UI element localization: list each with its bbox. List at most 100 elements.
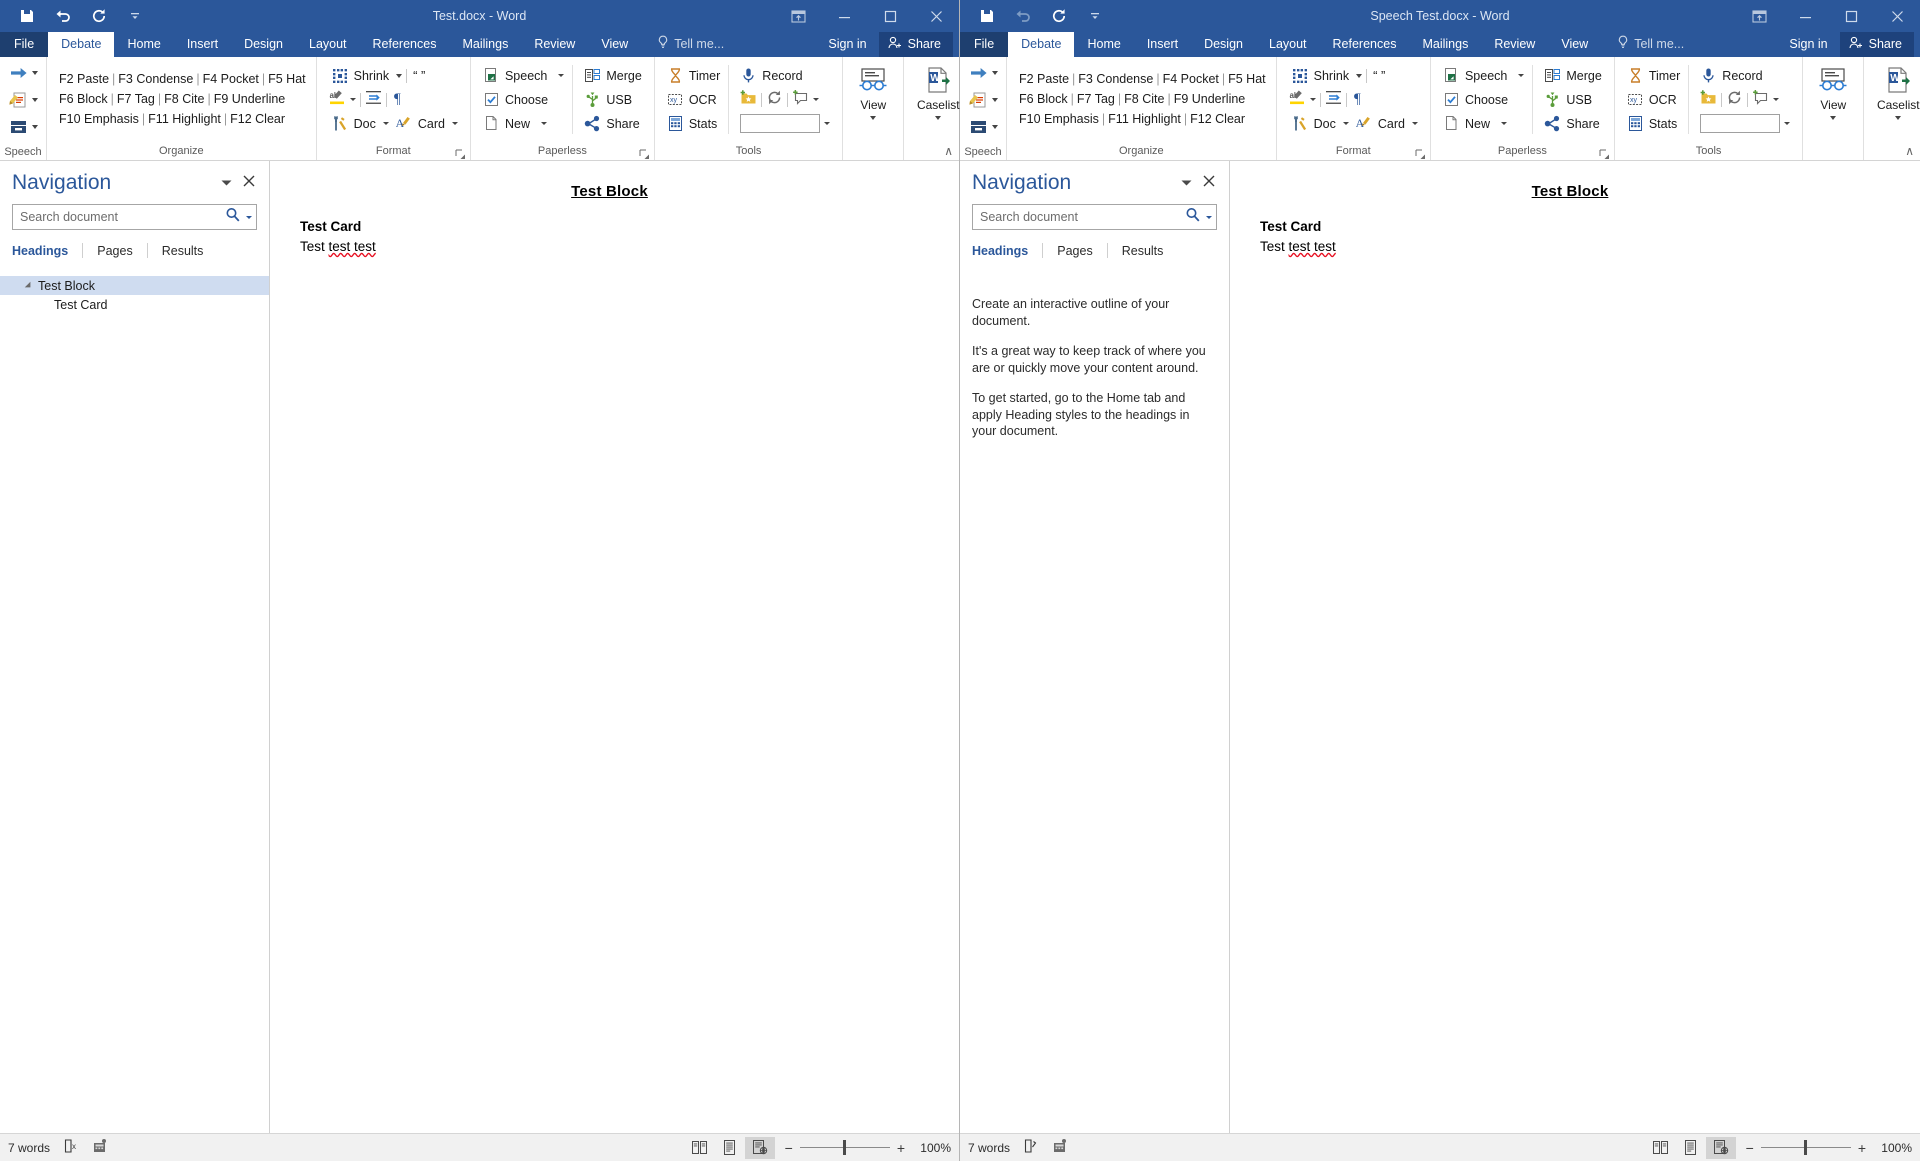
share-command[interactable]: Share: [581, 113, 644, 134]
web-layout-icon[interactable]: [744, 1136, 775, 1159]
undo-icon[interactable]: [1012, 5, 1034, 27]
tab-review[interactable]: Review: [1481, 32, 1548, 57]
zoom-slider[interactable]: − +: [785, 1140, 905, 1155]
record-command[interactable]: Record: [737, 65, 833, 86]
sign-in-button[interactable]: Sign in: [1779, 33, 1837, 56]
chevron-down-icon[interactable]: [992, 98, 998, 102]
tab-design[interactable]: Design: [231, 32, 296, 57]
fkey-f8-cite[interactable]: F8 Cite: [164, 92, 204, 106]
tab-home[interactable]: Home: [114, 32, 173, 57]
fkey-f7-tag[interactable]: F7 Tag: [117, 92, 155, 106]
tab-references[interactable]: References: [1320, 32, 1410, 57]
maximize-icon[interactable]: [867, 0, 913, 32]
search-input[interactable]: [980, 210, 1185, 224]
add-to-caselist-icon[interactable]: [740, 89, 757, 111]
choose-command[interactable]: Choose: [1440, 89, 1527, 110]
fkey-f3-condense[interactable]: F3 Condense: [1078, 72, 1153, 86]
tab-layout[interactable]: Layout: [1256, 32, 1320, 57]
fkey-f5-hat[interactable]: F5 Hat: [268, 72, 306, 86]
proofing-errors-icon[interactable]: x: [63, 1138, 79, 1157]
tab-insert[interactable]: Insert: [1134, 32, 1191, 57]
fkey-f2-paste[interactable]: F2 Paste: [59, 72, 109, 86]
goto-split-button[interactable]: [6, 60, 40, 86]
zoom-thumb[interactable]: [842, 1140, 846, 1155]
document-area[interactable]: Test Block Test Card Test test test: [270, 161, 959, 1133]
search-icon[interactable]: [225, 207, 241, 228]
highlight-icon[interactable]: ab: [1289, 89, 1306, 111]
chevron-down-icon[interactable]: [451, 122, 458, 125]
tab-debate[interactable]: Debate: [1008, 32, 1075, 57]
card-split-button[interactable]: A Card: [1353, 113, 1408, 134]
tab-debate[interactable]: Debate: [48, 32, 115, 57]
tools-combo-input[interactable]: [1700, 114, 1781, 133]
merge-command[interactable]: Merge: [581, 65, 644, 86]
tab-view[interactable]: View: [1548, 32, 1601, 57]
chevron-down-icon[interactable]: [935, 116, 942, 120]
navtab-pages[interactable]: Pages: [83, 244, 146, 258]
proofing-ok-icon[interactable]: [1023, 1138, 1039, 1157]
doc-split-button[interactable]: Doc: [1289, 113, 1339, 134]
print-layout-icon[interactable]: [715, 1137, 745, 1159]
share-command[interactable]: Share: [1541, 113, 1604, 134]
fkey-f4-pocket[interactable]: F4 Pocket: [1163, 72, 1219, 86]
doc-split-button[interactable]: Doc: [329, 113, 379, 134]
chevron-down-icon[interactable]: [1500, 122, 1507, 125]
macro-recording-icon[interactable]: [1052, 1138, 1068, 1157]
shrink-button[interactable]: Shrink: [1289, 65, 1352, 86]
navtab-headings[interactable]: Headings: [972, 244, 1042, 258]
archive-split-button[interactable]: [966, 114, 1000, 140]
fkey-f8-cite[interactable]: F8 Cite: [1124, 92, 1164, 106]
word-count-label[interactable]: 7 words: [8, 1141, 50, 1155]
customize-qat-icon[interactable]: [1084, 5, 1106, 27]
zoom-out-button[interactable]: −: [1746, 1141, 1754, 1155]
chevron-down-icon[interactable]: [32, 98, 38, 102]
paste-card-split-button[interactable]: [6, 87, 40, 113]
paperless-dialog-launcher-icon[interactable]: [1599, 148, 1610, 159]
chevron-down-icon[interactable]: [1356, 73, 1363, 78]
redo-icon[interactable]: [88, 5, 110, 27]
close-icon[interactable]: [913, 0, 959, 32]
chevron-down-icon[interactable]: [558, 74, 565, 77]
document-area[interactable]: Test Block Test Card Test test test: [1230, 161, 1920, 1133]
fkey-f2-paste[interactable]: F2 Paste: [1019, 72, 1069, 86]
tell-me-box[interactable]: Tell me...: [641, 31, 734, 57]
fkey-f6-block[interactable]: F6 Block: [1019, 92, 1068, 106]
timer-command[interactable]: Timer: [1624, 65, 1683, 86]
search-input[interactable]: [20, 210, 225, 224]
refresh-icon[interactable]: [1726, 89, 1743, 111]
collapse-ribbon-button[interactable]: ∧: [1905, 144, 1914, 158]
view-button[interactable]: View: [1807, 59, 1859, 141]
fkey-f12-clear[interactable]: F12 Clear: [1190, 112, 1245, 126]
ocr-command[interactable]: xy OCR: [1624, 89, 1683, 110]
undo-icon[interactable]: [52, 5, 74, 27]
navtab-pages[interactable]: Pages: [1043, 244, 1106, 258]
fkey-f11-highlight[interactable]: F11 Highlight: [1108, 112, 1181, 126]
quote-button[interactable]: “ ”: [1371, 65, 1387, 86]
new-command[interactable]: New: [480, 113, 567, 134]
zoom-track[interactable]: [799, 1140, 890, 1155]
chevron-down-icon[interactable]: [1309, 98, 1316, 101]
caselist-button[interactable]: W Caselist: [1868, 59, 1920, 141]
zoom-in-button[interactable]: +: [1858, 1141, 1866, 1155]
collapse-triangle-icon[interactable]: [22, 281, 36, 290]
zoom-level-label[interactable]: 100%: [1878, 1141, 1912, 1155]
chevron-down-icon[interactable]: [1773, 98, 1780, 101]
tab-home[interactable]: Home: [1074, 32, 1133, 57]
new-comment-icon[interactable]: [792, 89, 809, 111]
ribbon-display-options-icon[interactable]: [1736, 0, 1782, 32]
refresh-icon[interactable]: [766, 89, 783, 111]
highlight-icon[interactable]: ab: [329, 89, 346, 111]
fkey-f12-clear[interactable]: F12 Clear: [230, 112, 285, 126]
maximize-icon[interactable]: [1828, 0, 1874, 32]
format-dialog-launcher-icon[interactable]: [1415, 148, 1426, 159]
chevron-down-icon[interactable]: [870, 116, 877, 120]
speech-command[interactable]: Speech: [480, 65, 567, 86]
fkey-f9-underline[interactable]: F9 Underline: [214, 92, 286, 106]
word-count-label[interactable]: 7 words: [968, 1141, 1010, 1155]
tab-view[interactable]: View: [588, 32, 641, 57]
fkey-f7-tag[interactable]: F7 Tag: [1077, 92, 1115, 106]
navigation-search-box[interactable]: [972, 204, 1217, 230]
usb-command[interactable]: USB: [1541, 89, 1604, 110]
pilcrow-icon[interactable]: ¶: [1351, 89, 1368, 111]
archive-split-button[interactable]: [6, 114, 40, 140]
